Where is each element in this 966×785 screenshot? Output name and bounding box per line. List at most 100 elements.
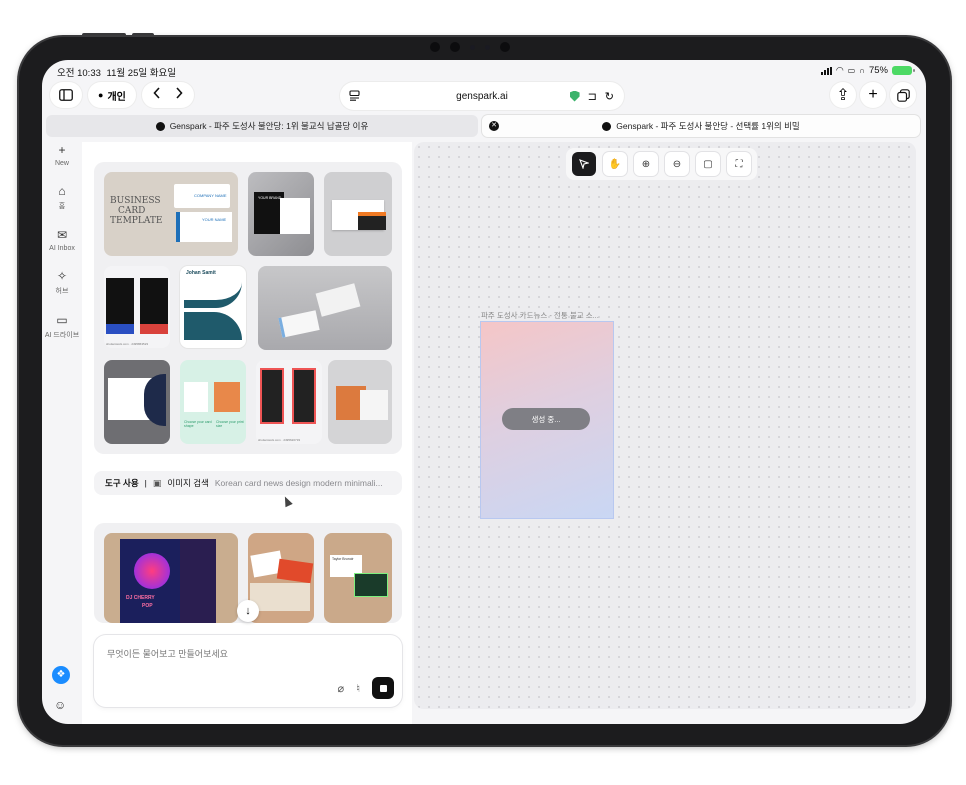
tool-separator: | <box>144 478 147 488</box>
image-thumbnail[interactable] <box>324 172 392 256</box>
folder-icon: ▭ <box>56 313 68 327</box>
arrow-down-icon: ↓ <box>245 605 251 617</box>
image-thumbnail[interactable] <box>328 360 392 444</box>
wifi-icon: ◠ <box>835 65 844 75</box>
image-thumbnail[interactable]: Taylor Brunoir <box>324 533 392 623</box>
hand-tool-button[interactable]: ✋ <box>603 152 627 176</box>
tab-1-title: Genspark - 파주 도성사 불안당: 1위 불교식 납골당 이유 <box>169 121 369 131</box>
image-thumbnail[interactable]: YOUR BRAND <box>248 172 314 256</box>
image-thumbnail[interactable] <box>104 360 170 444</box>
close-tab-icon[interactable]: ✕ <box>489 121 499 131</box>
sidebar-toggle-button[interactable] <box>50 82 82 108</box>
add-frame-button[interactable]: ▢ <box>696 152 720 176</box>
canvas-toolbar: ✋ ⊕ ⊖ ▢ ⛶ <box>566 148 757 180</box>
profile-button[interactable]: ● 개인 <box>88 82 136 108</box>
stop-icon <box>379 684 387 692</box>
address-bar[interactable]: genspark.ai ⊐ ↻ <box>340 82 624 110</box>
tool-name: 이미지 검색 <box>167 478 209 488</box>
zoom-out-button[interactable]: ⊖ <box>665 152 689 176</box>
add-frame-icon: ▢ <box>703 158 713 170</box>
select-tool-button[interactable] <box>572 152 596 176</box>
chat-input[interactable]: 무엇이든 물어보고 만들어보세요 ⌀ ♮ <box>94 635 402 707</box>
tab-2[interactable]: ✕ Genspark - 파주 도성사 불안당 - 선택률 1위의 비밀 <box>482 115 920 137</box>
image-thumbnail[interactable]: shutterstock.com · 2495863523 <box>104 266 170 348</box>
hub-icon: ✧ <box>56 269 68 283</box>
tool-use-label: 도구 사용 <box>105 478 139 488</box>
extension-icon[interactable]: ⊐ <box>588 90 597 103</box>
shield-icon[interactable] <box>569 90 580 102</box>
design-canvas[interactable]: ✋ ⊕ ⊖ ▢ ⛶ 파주 도성사 카드뉴스 - 전통 불교 스... 생성 중.… <box>414 142 916 709</box>
tab-bar: Genspark - 파주 도성사 불안당: 1위 불교식 납골당 이유 ✕ G… <box>46 115 922 137</box>
image-results-panel: BUSINESS CARD TEMPLATE COMPANY NAME YOUR… <box>94 162 402 454</box>
forward-button[interactable] <box>175 86 183 104</box>
tab-1[interactable]: Genspark - 파주 도성사 불안당: 1위 불교식 납골당 이유 <box>46 115 478 137</box>
tool-query: Korean card news design modern minimali.… <box>214 478 383 488</box>
browser-toolbar: ● 개인 genspark.ai ⊐ ↻ ⇪ + <box>42 82 926 110</box>
cursor-arrow-icon <box>579 159 589 169</box>
sidebar-toggle-icon <box>59 89 73 101</box>
back-button[interactable] <box>153 86 161 104</box>
inbox-icon: ✉ <box>56 228 68 242</box>
sidebar-item-hub[interactable]: ✧ 허브 <box>42 268 82 296</box>
microphone-icon[interactable]: ♮ <box>356 682 360 695</box>
tab-2-title: Genspark - 파주 도성사 불안당 - 선택률 1위의 비밀 <box>616 121 800 131</box>
image-thumbnail[interactable]: DJ CHERRY POP <box>104 533 238 623</box>
image-thumbnail[interactable]: Choose your card shape Choose your print… <box>180 360 246 444</box>
chevron-left-icon <box>153 87 160 99</box>
image-thumbnail[interactable] <box>258 266 392 350</box>
share-icon: ⇪ <box>836 87 850 104</box>
share-button[interactable]: ⇪ <box>830 82 856 108</box>
user-account-icon[interactable]: ☺ <box>54 698 66 712</box>
app-sidebar: + New ⌂ 홈 ✉ AI Inbox ✧ 허브 ▭ AI 드라이브 ❖ ☺ <box>42 142 82 724</box>
image-thumbnail[interactable]: shutterstock.com · 2495620733 <box>256 360 322 444</box>
zoom-in-button[interactable]: ⊕ <box>634 152 658 176</box>
tabs-icon <box>896 88 910 102</box>
zoom-in-icon: ⊕ <box>641 158 651 170</box>
scroll-to-bottom-button[interactable]: ↓ <box>237 600 259 622</box>
battery-percent: 75% <box>868 65 888 76</box>
image-thumbnail[interactable]: Johan Samit <box>180 266 246 348</box>
reload-icon[interactable]: ↻ <box>605 90 614 103</box>
plus-icon: + <box>58 143 66 157</box>
attach-icon[interactable]: ⌀ <box>337 682 344 695</box>
status-time: 오전 10:33 <box>57 68 101 79</box>
profile-label: 개인 <box>107 91 126 103</box>
pointer-cursor <box>281 494 293 508</box>
battery-icon <box>892 66 915 75</box>
image-thumbnail[interactable]: BUSINESS CARD TEMPLATE COMPANY NAME YOUR… <box>104 172 238 256</box>
status-date: 11월 25일 화요일 <box>106 68 176 79</box>
zoom-out-icon: ⊖ <box>672 158 682 170</box>
nav-buttons <box>141 82 194 108</box>
sidebar-item-ai-inbox[interactable]: ✉ AI Inbox <box>42 227 82 252</box>
new-tab-button[interactable]: + <box>860 82 886 108</box>
frame-title: 파주 도성사 카드뉴스 - 전통 불교 스... <box>481 311 599 320</box>
genspark-favicon-icon <box>602 121 612 131</box>
status-bar: 오전 10:33 11월 25일 화요일 ◠ ▭ ∩ 75% <box>42 65 926 79</box>
home-icon: ⌂ <box>58 184 66 198</box>
sidebar-item-ai-drive[interactable]: ▭ AI 드라이브 <box>42 312 82 340</box>
gift-button[interactable]: ❖ <box>52 666 70 684</box>
headphones-icon: ∩ <box>859 66 865 75</box>
plus-icon: + <box>868 86 878 103</box>
ipad-screen: 오전 10:33 11월 25일 화요일 ◠ ▭ ∩ 75% ● 개인 gens… <box>42 60 926 724</box>
hand-icon: ✋ <box>608 158 622 170</box>
person-icon: ● <box>98 90 104 100</box>
camera-bar <box>430 42 510 52</box>
signal-icon <box>820 66 832 75</box>
sidebar-item-home[interactable]: ⌂ 홈 <box>42 183 82 211</box>
genspark-favicon-icon <box>155 121 165 131</box>
chat-input-placeholder: 무엇이든 물어보고 만들어보세요 <box>107 649 228 659</box>
tool-use-line: 도구 사용 | ▣ 이미지 검색 Korean card news design… <box>94 471 402 495</box>
fit-screen-button[interactable]: ⛶ <box>727 152 751 176</box>
chat-panel: BUSINESS CARD TEMPLATE COMPANY NAME YOUR… <box>82 142 412 724</box>
generating-status: 생성 중... <box>502 408 590 430</box>
tabs-overview-button[interactable] <box>890 82 916 108</box>
stop-button[interactable] <box>372 677 394 699</box>
fit-screen-icon: ⛶ <box>735 158 743 170</box>
card-news-frame[interactable]: 생성 중... <box>481 322 613 518</box>
chevron-right-icon <box>176 87 183 99</box>
screen-mirror-icon: ▭ <box>847 66 856 75</box>
gift-icon: ❖ <box>56 669 66 680</box>
image-search-icon: ▣ <box>152 477 162 488</box>
sidebar-item-new[interactable]: + New <box>42 142 82 167</box>
